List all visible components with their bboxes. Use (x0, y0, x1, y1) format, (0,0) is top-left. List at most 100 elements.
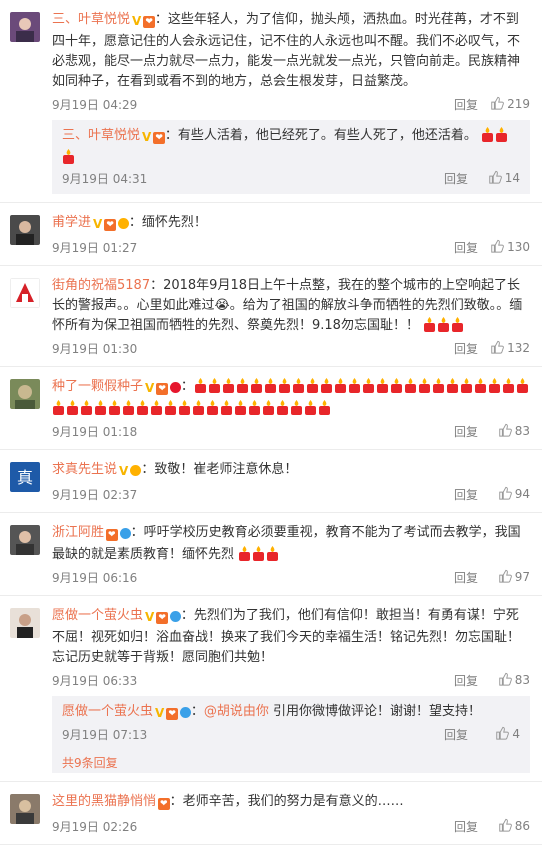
candle-emoji-icon (62, 149, 75, 164)
fan-badge-icon: ❤ (143, 16, 155, 28)
username-link[interactable]: 愿做一个萤火虫 (62, 704, 153, 719)
candle-emoji-icon (334, 378, 347, 393)
candle-emoji-icon (262, 400, 275, 415)
more-replies-link[interactable]: 共9条回复 (52, 750, 530, 773)
candle-emoji-icon (164, 400, 177, 415)
like-button[interactable]: 83 (482, 672, 530, 687)
avatar[interactable] (10, 379, 40, 409)
comment-item: 浙江阿胜 ❤ ：呼吁学校历史教育必须要重视，教育不能为了考试而去教学，我国最缺的就是… (0, 513, 542, 596)
like-count: 83 (514, 673, 530, 687)
candle-emoji-icon (292, 378, 305, 393)
reply-text: 引用你微博做评论！谢谢！望支持！ (273, 704, 482, 719)
candle-emoji-icon (108, 400, 121, 415)
thumbs-up-icon (495, 726, 509, 740)
like-count: 14 (504, 171, 520, 185)
reply-button[interactable]: 回复 (454, 818, 478, 835)
candle-emoji-icon (278, 378, 291, 393)
username-link[interactable]: 种了一颗假种子 (52, 379, 143, 394)
username-link[interactable]: 愿做一个萤火虫 (52, 608, 143, 623)
comment-list: 三、叶草悦悦 V ❤ ：这些年轻人，为了信仰，抛头颅，洒热血。时光荏苒，才不到四十年，… (0, 0, 542, 845)
medal-icon (130, 462, 142, 482)
avatar[interactable] (10, 794, 40, 824)
avatar[interactable] (10, 215, 40, 245)
verified-v-icon: V (142, 130, 152, 144)
username-link[interactable]: 这里的黑猫静悄悄 (52, 794, 156, 809)
comment-item: 真 求真先生说 V ：致敬！崔老师注意休息！ 9月19日 02:37 回复 94 (0, 450, 542, 513)
reply-button[interactable]: 回复 (454, 569, 478, 586)
reply-button[interactable]: 回复 (444, 170, 468, 187)
like-count: 130 (507, 240, 530, 254)
like-button[interactable]: 94 (482, 486, 530, 501)
candle-emoji-icon (206, 400, 219, 415)
candle-emoji-icon (266, 546, 279, 561)
mention-link[interactable]: @胡说由你 (204, 704, 269, 719)
comment-text: ：老师辛苦，我们的努力是有意义的…… (169, 794, 404, 809)
username-link[interactable]: 甫学进 (52, 215, 91, 230)
reply-button[interactable]: 回复 (454, 672, 478, 689)
fan-badge-icon: ❤ (156, 383, 168, 395)
candle-emoji-icon (192, 400, 205, 415)
like-count: 132 (507, 341, 530, 355)
username-link[interactable]: 街角的祝福5187 (52, 278, 150, 293)
candle-emoji-icon (404, 378, 417, 393)
fan-badge-icon: ❤ (166, 708, 178, 720)
reply-button[interactable]: 回复 (454, 239, 478, 256)
avatar[interactable]: 真 (10, 462, 40, 492)
like-button[interactable]: 132 (482, 340, 530, 355)
verified-v-icon: V (93, 217, 103, 231)
comment-item: 这里的黑猫静悄悄 ❤ ：老师辛苦，我们的努力是有意义的…… 9月19日 02:26 … (0, 782, 542, 845)
reply-button[interactable]: 回复 (454, 96, 478, 113)
avatar[interactable] (10, 608, 40, 638)
reply-item: 三、叶草悦悦 V ❤ ：有些人活着，他已经死了。有些人死了，他还活着。 9月19日 0… (62, 126, 520, 188)
reply-button[interactable]: 回复 (444, 726, 468, 743)
comment-text: ：致敬！崔老师注意休息！ (141, 462, 298, 477)
candle-emoji-icon (66, 400, 79, 415)
fan-badge-icon: ❤ (106, 529, 118, 541)
reply-button[interactable]: 回复 (454, 486, 478, 503)
thumbs-up-icon (498, 423, 512, 437)
avatar[interactable] (10, 525, 40, 555)
like-button[interactable]: 83 (482, 423, 530, 438)
like-button[interactable]: 130 (482, 239, 530, 254)
like-count: 4 (512, 727, 520, 741)
candle-emoji-icon (306, 378, 319, 393)
candle-emoji-icon (252, 546, 265, 561)
candle-emoji-icon (516, 378, 529, 393)
candle-emoji-icon (94, 400, 107, 415)
like-button[interactable]: 97 (482, 569, 530, 584)
like-button[interactable]: 14 (472, 170, 520, 185)
reply-list: 三、叶草悦悦 V ❤ ：有些人活着，他已经死了。有些人死了，他还活着。 9月19日 0… (52, 120, 530, 194)
fan-badge-icon: ❤ (153, 132, 165, 144)
candle-emoji-icon (423, 317, 436, 332)
avatar[interactable] (10, 12, 40, 42)
avatar[interactable] (10, 278, 40, 308)
candle-emoji-icon (208, 378, 221, 393)
candle-emoji-icon (481, 127, 494, 142)
like-count: 83 (514, 424, 530, 438)
like-button[interactable]: 219 (482, 96, 530, 111)
thumbs-up-icon (498, 818, 512, 832)
comment-time: 9月19日 01:27 (52, 241, 138, 255)
like-button[interactable]: 4 (472, 726, 520, 741)
candle-emoji-icon (432, 378, 445, 393)
comment-item: 愿做一个萤火虫 V ❤ ：先烈们为了我们，他们有信仰！敢担当！有勇有谋！宁死不屈！视死… (0, 596, 542, 782)
candle-emoji-icon (136, 400, 149, 415)
medal-icon (117, 215, 129, 235)
like-button[interactable]: 86 (482, 818, 530, 833)
reply-item: 愿做一个萤火虫 V ❤ ：@胡说由你 引用你微博做评论！谢谢！望支持！ 9月19日 0… (62, 704, 520, 743)
reply-button[interactable]: 回复 (454, 340, 478, 357)
medal-icon (119, 525, 131, 545)
username-link[interactable]: 三、叶草悦悦 (62, 128, 140, 143)
thumbs-up-icon (498, 569, 512, 583)
thumbs-up-icon (490, 239, 504, 253)
candle-emoji-icon (236, 378, 249, 393)
username-link[interactable]: 三、叶草悦悦 (52, 12, 130, 27)
candle-emoji-icon (250, 378, 263, 393)
reply-button[interactable]: 回复 (454, 423, 478, 440)
thumbs-up-icon (490, 96, 504, 110)
username-link[interactable]: 浙江阿胜 (52, 525, 104, 540)
comment-time: 9月19日 06:33 (52, 674, 138, 688)
candle-emoji-icon (362, 378, 375, 393)
candle-emoji-icon (348, 378, 361, 393)
username-link[interactable]: 求真先生说 (52, 462, 117, 477)
